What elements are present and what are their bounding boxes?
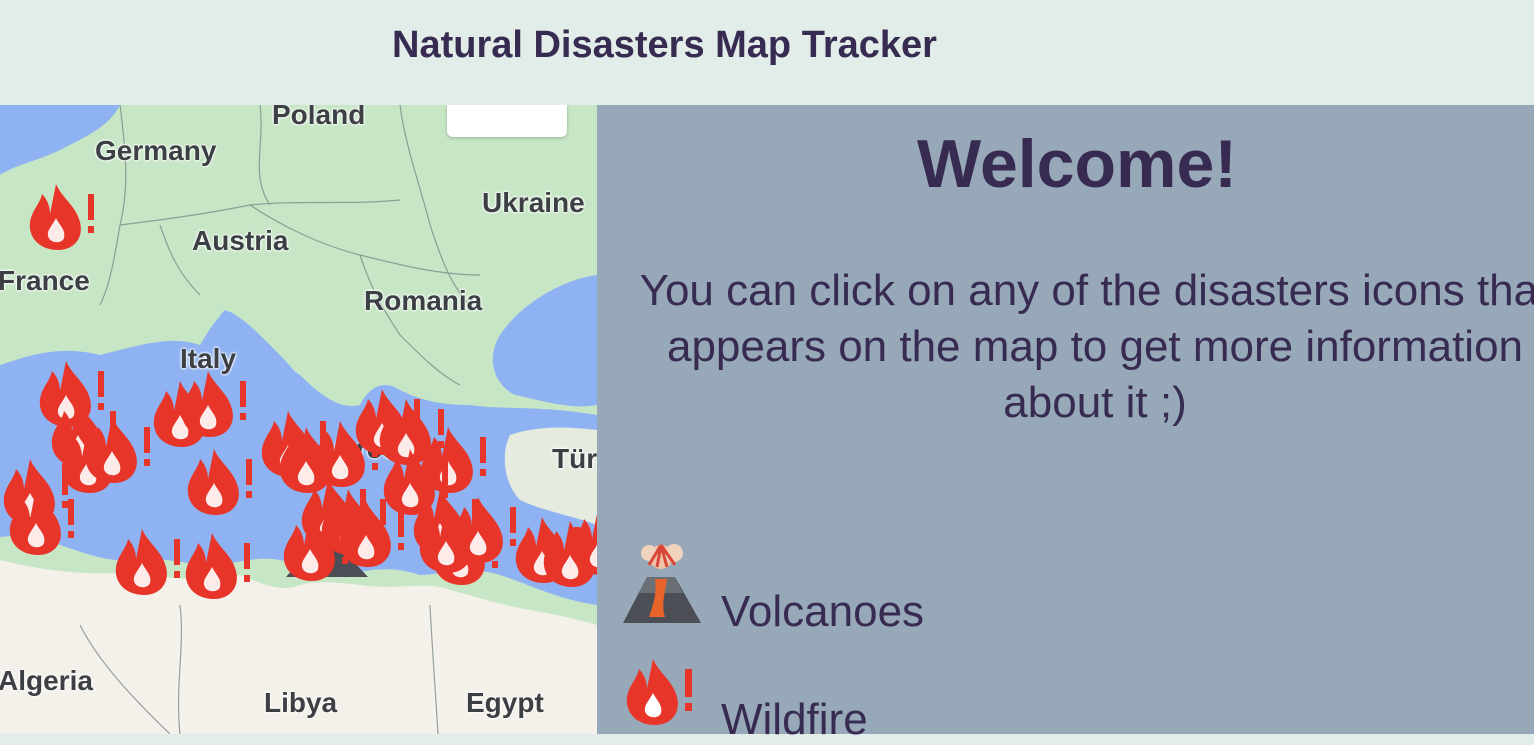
country-label: Romania [364,285,483,316]
map-control-button[interactable] [447,105,567,137]
country-label: Algeria [0,665,93,696]
legend-item-wildfire: Wildfire [619,653,959,744]
wildfire-marker-icon[interactable] [112,525,192,601]
legend-item-volcanoes: Volcanoes [619,535,959,636]
country-label: Libya [264,687,338,718]
country-label: Ukraine [482,187,585,218]
legend-label-wildfire: Wildfire [721,695,868,744]
country-label: Egypt [466,687,544,718]
country-label: Türkiye [552,443,597,474]
volcano-icon [623,544,701,623]
wildfire-marker-icon[interactable] [6,485,86,561]
wildfire-marker-icon[interactable] [178,367,258,443]
wildfire-icon [626,659,692,725]
country-label: France [0,265,90,296]
welcome-heading: Welcome! [917,126,1237,202]
page-title: Natural Disasters Map Tracker [392,24,937,66]
legend-label-volcanoes: Volcanoes [721,587,925,636]
app-header: Natural Disasters Map Tracker [0,0,1534,105]
wildfire-marker-icon[interactable] [280,511,360,587]
country-label: Poland [272,105,366,130]
wildfire-marker-icon[interactable] [26,180,106,256]
wildfire-marker-icon[interactable] [568,505,597,581]
wildfire-marker-icon[interactable] [184,445,264,521]
country-label: Germany [95,135,217,166]
map-view[interactable]: Poland Germany Ukraine Austria France Ro… [0,105,597,734]
wildfire-marker-icon[interactable] [182,529,262,605]
intro-text: You can click on any of the disasters ic… [639,266,1534,427]
info-panel: Welcome! You can click on any of the dis… [597,105,1534,744]
country-label: Austria [192,225,289,256]
